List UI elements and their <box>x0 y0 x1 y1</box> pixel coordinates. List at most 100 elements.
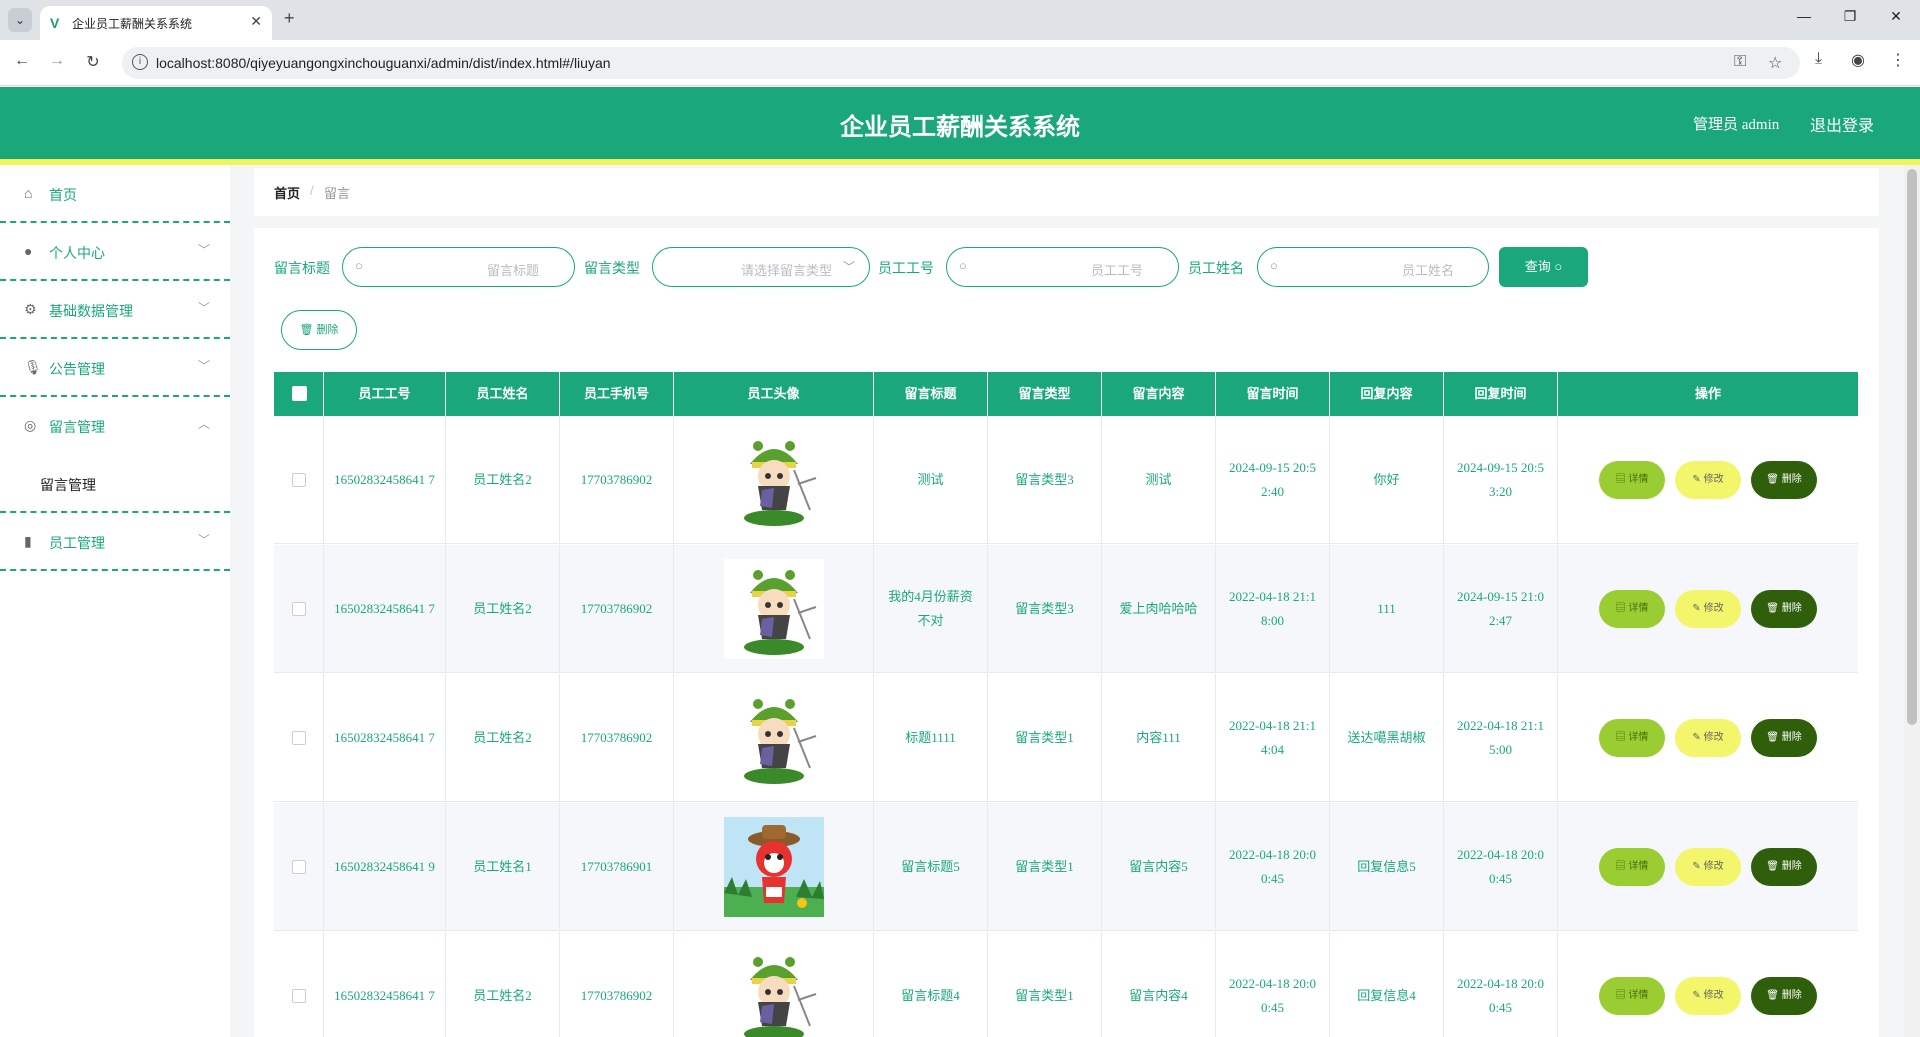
cell-reply: 回复信息4 <box>1330 932 1444 1037</box>
delete-button[interactable]: 🗑 删除 <box>1751 719 1817 757</box>
sidebar-item-home[interactable]: ⌂ 首页 <box>0 165 230 223</box>
minimize-icon[interactable]: — <box>1792 8 1816 24</box>
cell-reply-time: 2024-09-15 20:53:20 <box>1444 416 1558 544</box>
employee-name-input[interactable]: ○ 员工姓名 <box>1257 247 1489 287</box>
tab-close-icon[interactable]: ✕ <box>250 13 262 30</box>
site-info-icon[interactable]: i <box>132 54 148 70</box>
row-checkbox[interactable] <box>291 602 306 616</box>
cell-title-text: 测试 <box>917 472 944 487</box>
row-actions: ▤ 详情 ✎ 修改 🗑 删除 <box>1599 719 1817 757</box>
edit-button[interactable]: ✎ 修改 <box>1675 848 1741 886</box>
query-button[interactable]: 查询 ○ <box>1499 247 1588 287</box>
sidebar-subitem-message[interactable]: 留言管理 <box>0 455 230 513</box>
delete-button[interactable]: 🗑 删除 <box>1751 461 1817 499</box>
cell-reply-text: 回复信息5 <box>1357 859 1416 874</box>
cell-reply-time: 2024-09-15 21:02:47 <box>1444 545 1558 673</box>
sidebar-item-basic-data[interactable]: ⚙ 基础数据管理 ﹀ <box>0 281 230 339</box>
row-actions: ▤ 详情 ✎ 修改 🗑 删除 <box>1599 848 1817 886</box>
password-key-icon[interactable]: ⚿ <box>1734 53 1746 71</box>
browser-menu-icon[interactable]: ⋮ <box>1890 50 1906 70</box>
row-checkbox[interactable] <box>291 860 306 874</box>
select-all-checkbox[interactable] <box>292 386 307 401</box>
cell-title-text: 留言标题5 <box>901 859 960 874</box>
detail-button[interactable]: ▤ 详情 <box>1599 848 1665 886</box>
new-tab-icon[interactable]: + <box>284 8 295 29</box>
trash-icon: 🗑 <box>299 324 314 336</box>
reload-icon[interactable]: ↻ <box>82 52 104 72</box>
employee-name-placeholder: 员工姓名 <box>1402 263 1455 278</box>
logout-button[interactable]: 退出登录 <box>1810 112 1874 136</box>
edit-label: 修改 <box>1703 861 1724 872</box>
tab-title: 企业员工薪酬关系系统 <box>72 17 193 31</box>
delete-label: 删除 <box>316 324 339 336</box>
cell-reply: 送达噶黑胡椒 <box>1330 674 1444 802</box>
type-filter-label: 留言类型 <box>584 260 640 276</box>
col-actions: 操作 <box>1694 386 1721 401</box>
cell-employee-phone: 17703786902 <box>560 416 674 544</box>
cell-content: 测试 <box>1102 416 1216 544</box>
sidebar-item-personal[interactable]: ● 个人中心 ﹀ <box>0 223 230 281</box>
edit-button[interactable]: ✎ 修改 <box>1675 590 1741 628</box>
window-close-icon[interactable]: ✕ <box>1884 8 1908 25</box>
edit-button[interactable]: ✎ 修改 <box>1675 977 1741 1015</box>
profile-icon[interactable]: ◉ <box>1851 50 1865 70</box>
query-label: 查询 <box>1524 259 1551 274</box>
browser-tab[interactable]: V 企业员工薪酬关系系统 ✕ <box>40 6 272 40</box>
cell-actions: ▤ 详情 ✎ 修改 🗑 删除 <box>1558 545 1858 673</box>
breadcrumb-separator: / <box>310 183 314 198</box>
delete-button[interactable]: 🗑 删除 <box>1751 977 1817 1015</box>
breadcrumb-home[interactable]: 首页 <box>274 183 300 202</box>
detail-button[interactable]: ▤ 详情 <box>1599 977 1665 1015</box>
row-checkbox[interactable] <box>291 473 306 487</box>
cell-type-text: 留言类型3 <box>1015 601 1074 616</box>
cell-time-text: 2022-04-18 20:00:45 <box>1228 847 1317 886</box>
col-content: 留言内容 <box>1102 372 1216 416</box>
detail-button[interactable]: ▤ 详情 <box>1599 590 1665 628</box>
row-checkbox[interactable] <box>291 989 306 1003</box>
home-icon: ⌂ <box>24 185 33 201</box>
detail-label: 详情 <box>1628 474 1649 485</box>
cell-content-text: 测试 <box>1145 472 1172 487</box>
cell-employee-name: 员工姓名1 <box>446 803 560 931</box>
type-select[interactable]: 请选择留言类型 ﹀ <box>652 247 870 287</box>
edit-button[interactable]: ✎ 修改 <box>1675 461 1741 499</box>
select-all-cell <box>274 372 324 416</box>
delete-button[interactable]: 🗑 删除 <box>1751 848 1817 886</box>
detail-button[interactable]: ▤ 详情 <box>1599 461 1665 499</box>
address-bar[interactable]: i localhost:8080/qiyeyuangongxinchouguan… <box>122 47 1800 79</box>
scrollbar-thumb[interactable] <box>1907 169 1917 725</box>
detail-button[interactable]: ▤ 详情 <box>1599 719 1665 757</box>
row-actions: ▤ 详情 ✎ 修改 🗑 删除 <box>1599 590 1817 628</box>
sidebar-item-message[interactable]: ◎ 留言管理 ︿ <box>0 397 230 455</box>
bookmark-star-icon[interactable]: ☆ <box>1768 53 1782 73</box>
cell-actions: ▤ 详情 ✎ 修改 🗑 删除 <box>1558 803 1858 931</box>
cell-time: 2022-04-18 20:00:45 <box>1216 803 1330 931</box>
restore-icon[interactable]: ❐ <box>1838 8 1862 25</box>
col-type: 留言类型 <box>988 372 1102 416</box>
cell-actions: ▤ 详情 ✎ 修改 🗑 删除 <box>1558 416 1858 544</box>
edit-icon: ✎ <box>1692 732 1704 743</box>
delete-label: 删除 <box>1781 861 1802 872</box>
download-icon[interactable]: ⤓ <box>1815 50 1822 68</box>
cell-avatar <box>674 545 874 673</box>
cell-avatar <box>674 803 874 931</box>
back-icon[interactable]: ← <box>11 52 33 70</box>
cell-employee-no: 16502832458641 9 <box>324 803 446 931</box>
edit-button[interactable]: ✎ 修改 <box>1675 719 1741 757</box>
cell-reply-time-text: 2022-04-18 20:00:45 <box>1456 976 1545 1015</box>
cell-content: 爱上肉哈哈哈 <box>1102 545 1216 673</box>
col-employee-no: 员工工号 <box>324 372 446 416</box>
employee-avatar <box>723 817 824 917</box>
batch-delete-button[interactable]: 🗑 删除 <box>281 310 357 350</box>
sidebar-item-employee[interactable]: ▮ 员工管理 ﹀ <box>0 513 230 571</box>
row-checkbox[interactable] <box>291 731 306 745</box>
sidebar-item-notice[interactable]: 🎙 公告管理 ﹀ <box>0 339 230 397</box>
forward-icon[interactable]: → <box>46 52 68 70</box>
employee-no-input[interactable]: ○ 员工工号 <box>946 247 1179 287</box>
page-scrollbar[interactable] <box>1904 165 1920 1037</box>
table-row: 16502832458641 7 员工姓名2 17703786902 标题1111 留言… <box>274 674 1858 802</box>
title-search-input[interactable]: ○ 留言标题 <box>342 247 575 287</box>
delete-button[interactable]: 🗑 删除 <box>1751 590 1817 628</box>
chevron-down-icon: ﹀ <box>197 301 210 315</box>
tab-search-icon[interactable]: ⌄ <box>8 8 32 32</box>
